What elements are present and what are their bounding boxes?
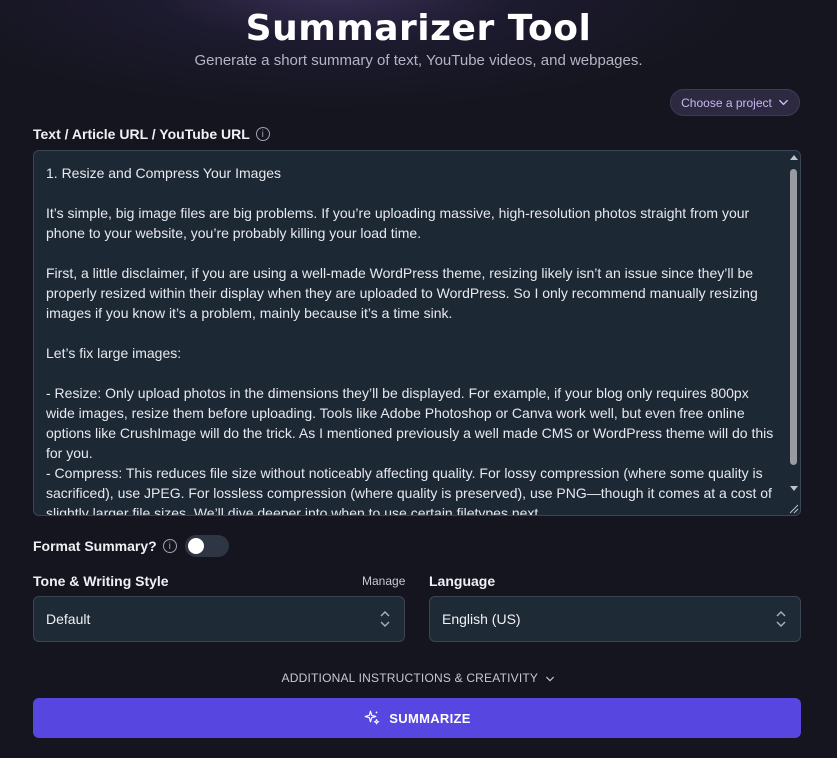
scroll-thumb[interactable] — [790, 169, 797, 465]
additional-instructions-toggle[interactable]: ADDITIONAL INSTRUCTIONS & CREATIVITY — [0, 671, 837, 685]
chevron-down-icon — [546, 676, 555, 682]
language-label: Language — [429, 573, 496, 589]
input-label: Text / Article URL / YouTube URL — [33, 126, 250, 142]
choose-project-label: Choose a project — [681, 95, 772, 110]
page-subtitle: Generate a short summary of text, YouTub… — [194, 52, 643, 69]
tone-select-value: Default — [46, 611, 91, 627]
format-summary-toggle[interactable] — [184, 535, 229, 557]
manage-link[interactable]: Manage — [362, 574, 405, 588]
tone-label: Tone & Writing Style — [33, 573, 169, 589]
text-input[interactable]: 1. Resize and Compress Your Images It’s … — [33, 150, 801, 516]
scrollbar[interactable] — [786, 151, 800, 515]
toggle-knob — [187, 538, 204, 554]
scroll-up-arrow-icon[interactable] — [790, 155, 798, 160]
chevron-down-icon — [778, 99, 788, 106]
language-select-value: English (US) — [442, 611, 521, 627]
format-summary-label: Format Summary? — [33, 538, 157, 554]
scroll-down-arrow-icon[interactable] — [790, 486, 798, 491]
summarize-label: SUMMARIZE — [389, 710, 471, 726]
sparkle-icon — [364, 710, 380, 725]
additional-instructions-label: ADDITIONAL INSTRUCTIONS & CREATIVITY — [281, 671, 538, 685]
input-label-row: Text / Article URL / YouTube URL i — [33, 126, 270, 142]
choose-project-button[interactable]: Choose a project — [670, 89, 800, 116]
page-title: Summarizer Tool — [245, 8, 592, 49]
summarize-button[interactable]: SUMMARIZE — [33, 698, 801, 738]
info-icon[interactable]: i — [255, 127, 270, 141]
resize-grip-icon[interactable] — [787, 502, 799, 514]
tone-select[interactable]: Default — [33, 596, 405, 642]
text-input-content[interactable]: 1. Resize and Compress Your Images It’s … — [46, 163, 778, 515]
language-select[interactable]: English (US) — [429, 596, 801, 642]
format-summary-row: Format Summary? i — [33, 535, 229, 557]
updown-arrows-icon — [380, 611, 390, 627]
info-icon[interactable]: i — [162, 539, 177, 553]
updown-arrows-icon — [776, 611, 786, 627]
